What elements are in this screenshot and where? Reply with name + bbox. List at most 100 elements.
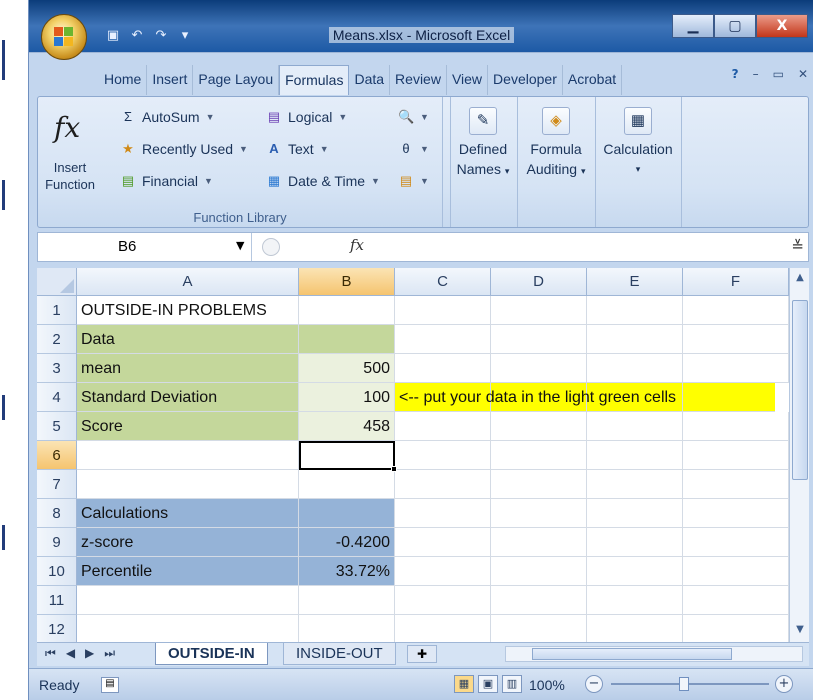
vertical-scroll-thumb[interactable] — [792, 300, 808, 480]
tab-acrobat[interactable]: Acrobat — [563, 65, 623, 95]
tab-data[interactable]: Data — [349, 65, 391, 95]
cell-d5[interactable] — [491, 412, 587, 441]
cell-e8[interactable] — [587, 499, 683, 528]
horizontal-scroll-thumb[interactable] — [532, 648, 732, 660]
previous-sheet-icon[interactable]: ◀ — [66, 646, 75, 661]
cell-f9[interactable] — [683, 528, 789, 557]
zoom-slider[interactable] — [611, 683, 769, 685]
cell-c11[interactable] — [395, 586, 491, 615]
cell-b10[interactable]: 33.72% — [299, 557, 395, 586]
page-break-view-icon[interactable]: ▥ — [502, 675, 522, 693]
row-header-1[interactable]: 1 — [37, 296, 77, 325]
insert-function-button[interactable]: Insert Function — [40, 159, 100, 193]
recently-used-button[interactable]: ★ Recently Used ▼ — [120, 141, 248, 157]
close-button[interactable]: X — [756, 14, 808, 38]
zoom-slider-thumb[interactable] — [679, 677, 689, 691]
tab-page-layou[interactable]: Page Layou — [193, 65, 280, 95]
scroll-down-icon[interactable]: ▼ — [793, 624, 807, 638]
more-functions-button[interactable]: ▤ ▼ — [398, 173, 429, 189]
cell-f3[interactable] — [683, 354, 789, 383]
column-header-d[interactable]: D — [491, 268, 587, 296]
row-header-3[interactable]: 3 — [37, 354, 77, 383]
vertical-scrollbar[interactable]: ▲ ▼ — [789, 268, 809, 642]
row-header-12[interactable]: 12 — [37, 615, 77, 644]
row-header-9[interactable]: 9 — [37, 528, 77, 557]
cell-d6[interactable] — [491, 441, 587, 470]
cell-c1[interactable] — [395, 296, 491, 325]
cell-a5[interactable]: Score — [77, 412, 299, 441]
restore-workbook-icon[interactable]: ▭ — [773, 67, 784, 81]
normal-view-icon[interactable]: ▦ — [454, 675, 474, 693]
cell-f2[interactable] — [683, 325, 789, 354]
tab-view[interactable]: View — [447, 65, 489, 95]
cell-a12[interactable] — [77, 615, 299, 644]
zoom-in-icon[interactable]: + — [775, 675, 793, 693]
insert-function-icon[interactable]: fx — [54, 111, 80, 144]
cell-c12[interactable] — [395, 615, 491, 644]
cell-c9[interactable] — [395, 528, 491, 557]
formula-input[interactable] — [378, 237, 778, 257]
cell-e6[interactable] — [587, 441, 683, 470]
cell-a3[interactable]: mean — [77, 354, 299, 383]
row-header-11[interactable]: 11 — [37, 586, 77, 615]
column-header-b[interactable]: B — [299, 268, 395, 296]
cell-d1[interactable] — [491, 296, 587, 325]
row-header-7[interactable]: 7 — [37, 470, 77, 499]
cell-b5[interactable]: 458 — [299, 412, 395, 441]
cell-f5[interactable] — [683, 412, 789, 441]
cell-a2[interactable]: Data — [77, 325, 299, 354]
column-header-a[interactable]: A — [77, 268, 299, 296]
cell-a9[interactable]: z-score — [77, 528, 299, 557]
financial-button[interactable]: ▤ Financial ▼ — [120, 173, 213, 189]
cell-f7[interactable] — [683, 470, 789, 499]
name-box[interactable]: B6 ▼ — [38, 233, 252, 261]
autosum-button[interactable]: Σ AutoSum ▼ — [120, 109, 215, 125]
cell-b4[interactable]: 100 — [299, 383, 395, 412]
scroll-up-icon[interactable]: ▲ — [793, 272, 807, 286]
row-header-2[interactable]: 2 — [37, 325, 77, 354]
cell-a11[interactable] — [77, 586, 299, 615]
sheet-tab-inside-out[interactable]: INSIDE-OUT — [283, 643, 396, 665]
cell-f6[interactable] — [683, 441, 789, 470]
restore-button[interactable]: ▢ — [714, 14, 756, 38]
cell-c8[interactable] — [395, 499, 491, 528]
fill-handle[interactable] — [391, 466, 397, 472]
column-header-e[interactable]: E — [587, 268, 683, 296]
cell-e12[interactable] — [587, 615, 683, 644]
cell-b12[interactable] — [299, 615, 395, 644]
cell-b3[interactable]: 500 — [299, 354, 395, 383]
sheet-tab-outside-in[interactable]: OUTSIDE-IN — [155, 643, 268, 665]
tab-insert[interactable]: Insert — [147, 65, 194, 95]
tab-formulas[interactable]: Formulas — [279, 65, 350, 95]
cell-d8[interactable] — [491, 499, 587, 528]
active-cell-b6[interactable] — [299, 441, 395, 470]
insert-sheet-icon[interactable]: ✚ — [407, 645, 437, 663]
row-header-10[interactable]: 10 — [37, 557, 77, 586]
cell-e5[interactable] — [587, 412, 683, 441]
row-header-6[interactable]: 6 — [37, 441, 77, 470]
chevron-down-icon[interactable]: ▼ — [236, 239, 244, 252]
cell-d10[interactable] — [491, 557, 587, 586]
cell-c4[interactable]: <-- put your data in the light green cel… — [395, 383, 676, 412]
cell-e7[interactable] — [587, 470, 683, 499]
cell-e3[interactable] — [587, 354, 683, 383]
select-all-corner[interactable] — [37, 268, 77, 296]
cell-c6[interactable] — [395, 441, 491, 470]
cell-b11[interactable] — [299, 586, 395, 615]
row-header-8[interactable]: 8 — [37, 499, 77, 528]
tab-review[interactable]: Review — [390, 65, 447, 95]
cell-b1[interactable] — [299, 296, 395, 325]
cell-c5[interactable] — [395, 412, 491, 441]
column-header-c[interactable]: C — [395, 268, 491, 296]
office-button[interactable] — [41, 14, 87, 60]
cell-e1[interactable] — [587, 296, 683, 325]
tab-home[interactable]: Home — [99, 65, 148, 95]
horizontal-scrollbar[interactable] — [505, 646, 803, 662]
last-sheet-icon[interactable]: ⏭ — [104, 646, 115, 661]
column-header-f[interactable]: F — [683, 268, 789, 296]
cell-a8[interactable]: Calculations — [77, 499, 299, 528]
cell-b7[interactable] — [299, 470, 395, 499]
zoom-out-icon[interactable]: − — [585, 675, 603, 693]
cell-b2[interactable] — [299, 325, 395, 354]
cell-b9[interactable]: -0.4200 — [299, 528, 395, 557]
